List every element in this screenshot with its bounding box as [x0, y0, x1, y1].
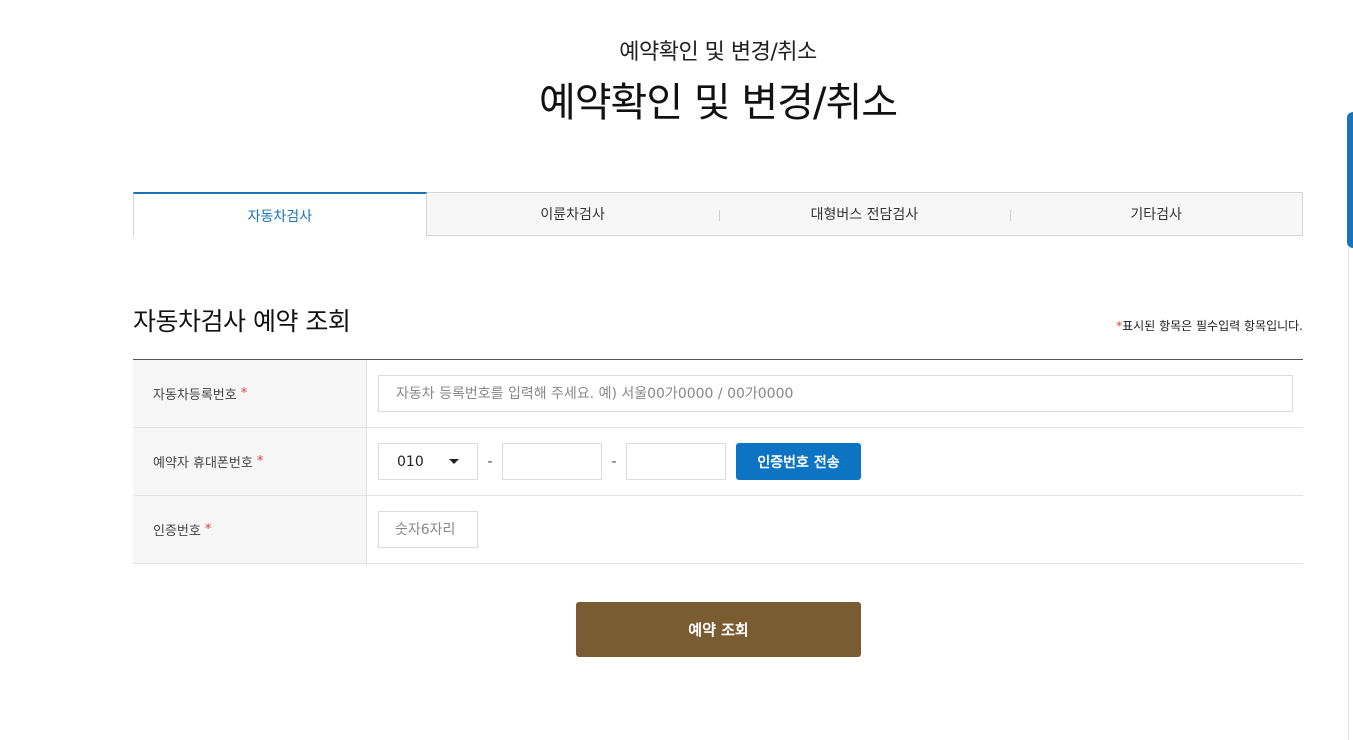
tab-car-inspection[interactable]: 자동차검사: [133, 192, 427, 237]
tab-motorcycle-inspection[interactable]: 이륜차검사: [427, 193, 719, 235]
phone-middle-input[interactable]: [502, 443, 602, 480]
auth-code-label-text: 인증번호: [153, 524, 201, 539]
required-note-text: 표시된 항목은 필수입력 항목입니다.: [1122, 319, 1303, 333]
tab-other-inspection[interactable]: 기타검사: [1010, 193, 1302, 235]
page-subtitle: 예약확인 및 변경/취소: [619, 40, 817, 65]
auth-code-input[interactable]: [378, 511, 478, 548]
phone-label: 예약자 휴대폰번호 *: [133, 428, 367, 495]
phone-row: 예약자 휴대폰번호 * 010 - - 인증번호 전송: [133, 428, 1303, 496]
required-mark: *: [240, 386, 248, 401]
phone-prefix-select[interactable]: 010: [378, 443, 478, 480]
plate-number-input[interactable]: [378, 375, 1293, 412]
phone-separator: -: [611, 453, 617, 470]
phone-separator: -: [487, 453, 493, 470]
plate-label: 자동차등록번호 *: [133, 360, 367, 427]
plate-row: 자동차등록번호 *: [133, 360, 1303, 428]
auth-code-label: 인증번호 *: [133, 496, 367, 563]
auth-code-row: 인증번호 *: [133, 496, 1303, 564]
phone-field: 010 - - 인증번호 전송: [367, 428, 1303, 495]
send-auth-code-button[interactable]: 인증번호 전송: [736, 443, 861, 480]
inspection-type-tabs: 자동차검사 이륜차검사 대형버스 전담검사 기타검사: [133, 192, 1303, 237]
plate-label-text: 자동차등록번호: [153, 388, 237, 403]
required-note: *표시된 항목은 필수입력 항목입니다.: [1116, 317, 1303, 334]
scrollbar-track[interactable]: [1348, 248, 1349, 740]
required-mark: *: [256, 454, 264, 469]
phone-prefix-value: 010: [397, 453, 424, 470]
auth-code-field: [367, 496, 1303, 563]
plate-field: [367, 360, 1303, 427]
phone-last-input[interactable]: [626, 443, 726, 480]
reservation-lookup-form: 자동차등록번호 * 예약자 휴대폰번호 * 010 - - 인증번호 전송 인증…: [133, 359, 1303, 564]
scrollbar-thumb[interactable]: [1347, 112, 1353, 248]
section-title: 자동차검사 예약 조회: [133, 307, 351, 336]
phone-label-text: 예약자 휴대폰번호: [153, 456, 253, 471]
tab-large-bus-inspection[interactable]: 대형버스 전담검사: [718, 193, 1011, 235]
reservation-search-button[interactable]: 예약 조회: [576, 602, 861, 657]
page-title: 예약확인 및 변경/취소: [538, 80, 898, 126]
chevron-down-icon: [449, 459, 459, 464]
required-mark: *: [204, 522, 212, 537]
